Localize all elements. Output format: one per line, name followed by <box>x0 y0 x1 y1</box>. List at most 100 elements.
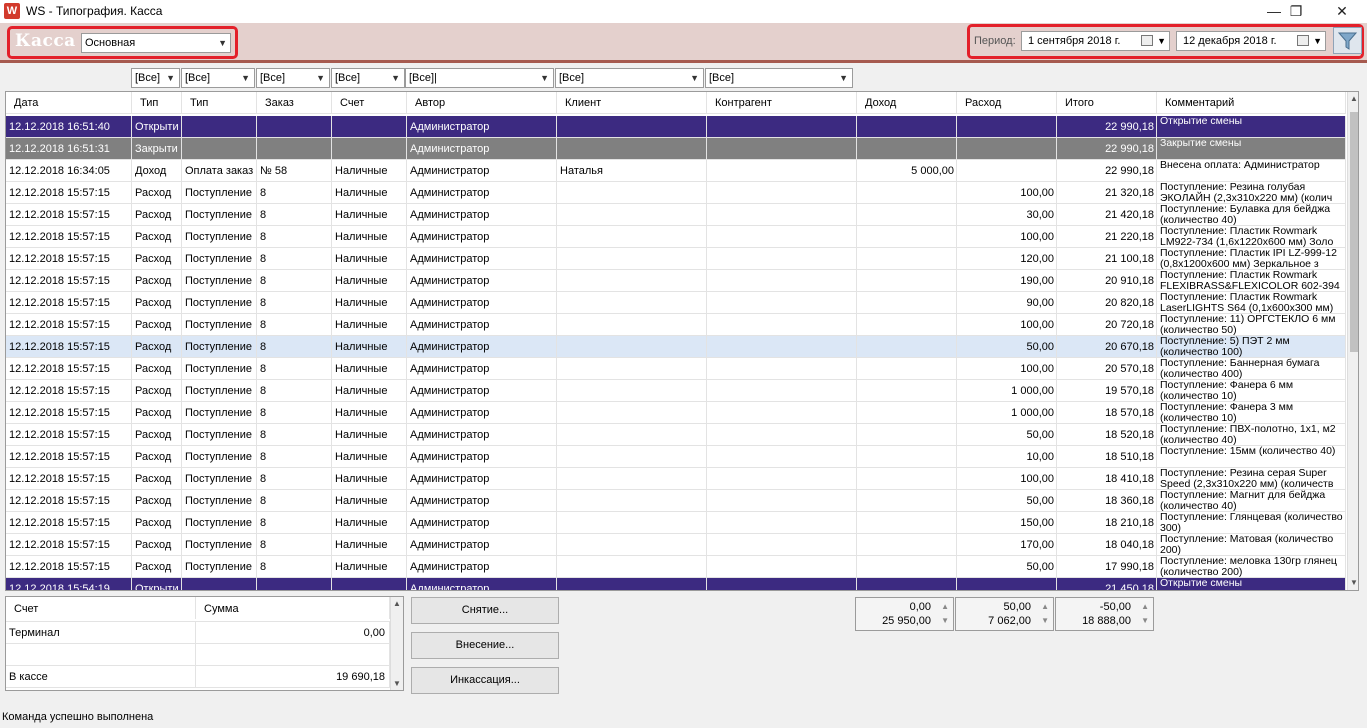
column-header[interactable]: Тип <box>182 92 257 114</box>
scroll-down-icon[interactable]: ▼ <box>1350 578 1358 587</box>
cell-expense: 30,00 <box>957 204 1057 226</box>
table-row[interactable]: 12.12.2018 15:57:15 Расход Поступление 8 Нал… <box>6 446 1346 468</box>
scroll-thumb[interactable] <box>1350 112 1358 352</box>
column-filter-7[interactable]: [Все] ▼ <box>705 68 853 88</box>
cell-type: Расход <box>132 204 182 226</box>
close-button[interactable]: ✕ <box>1319 0 1365 23</box>
column-header[interactable]: Контрагент <box>707 92 857 114</box>
cell-client <box>557 292 707 314</box>
column-filter-2[interactable]: [Все] ▼ <box>181 68 255 88</box>
cell-contractor <box>707 292 857 314</box>
column-header[interactable]: Счет <box>332 92 407 114</box>
summary-header-sum: Сумма <box>196 597 390 619</box>
cell-subtype: Оплата заказ <box>182 160 257 182</box>
column-filter-4[interactable]: [Все] ▼ <box>331 68 405 88</box>
scroll-down-icon[interactable]: ▼ <box>393 679 401 688</box>
cell-comment: Поступление: Фанера 6 мм (количество 10) <box>1157 380 1346 402</box>
column-header[interactable]: Тип <box>132 92 182 114</box>
collection-button[interactable]: Инкассация... <box>411 667 559 694</box>
cell-client <box>557 270 707 292</box>
date-from-picker[interactable]: 1 сентября 2018 г. ▼ <box>1021 31 1170 51</box>
cell-total: 18 410,18 <box>1057 468 1157 490</box>
cell-contractor <box>707 160 857 182</box>
deposit-button[interactable]: Внесение... <box>411 632 559 659</box>
date-to-picker[interactable]: 12 декабря 2018 г. ▼ <box>1176 31 1326 51</box>
cell-date: 12.12.2018 15:57:15 <box>6 534 132 556</box>
cell-income <box>857 248 957 270</box>
cell-subtype: Поступление <box>182 534 257 556</box>
cell-author: Администратор <box>407 292 557 314</box>
cell-date: 12.12.2018 15:57:15 <box>6 380 132 402</box>
column-header[interactable]: Заказ <box>257 92 332 114</box>
column-filter-3[interactable]: [Все] ▼ <box>256 68 330 88</box>
withdraw-button[interactable]: Снятие... <box>411 597 559 624</box>
table-row[interactable]: 12.12.2018 15:57:15 Расход Поступление 8 Нал… <box>6 248 1346 270</box>
vertical-scrollbar[interactable]: ▲ ▼ <box>1347 92 1358 590</box>
header-divider <box>0 60 1367 63</box>
maximize-button[interactable]: ❐ <box>1273 0 1319 23</box>
table-row[interactable]: 12.12.2018 15:57:15 Расход Поступление 8 Нал… <box>6 204 1346 226</box>
cell-subtype <box>182 578 257 590</box>
cell-type: Расход <box>132 248 182 270</box>
cell-subtype: Поступление <box>182 446 257 468</box>
table-row[interactable]: 12.12.2018 15:57:15 Расход Поступление 8 Нал… <box>6 556 1346 578</box>
cell-date: 12.12.2018 15:57:15 <box>6 314 132 336</box>
column-header[interactable]: Автор <box>407 92 557 114</box>
summary-row[interactable]: Терминал 0,00 <box>6 622 390 644</box>
spinner-arrows-icon[interactable]: ▲ ▼ <box>941 600 949 628</box>
cell-subtype: Поступление <box>182 424 257 446</box>
table-row[interactable]: 12.12.2018 15:57:15 Расход Поступление 8 Нал… <box>6 490 1346 512</box>
cell-client <box>557 226 707 248</box>
scroll-up-icon[interactable]: ▲ <box>1350 94 1358 103</box>
table-row[interactable]: 12.12.2018 15:57:15 Расход Поступление 8 Нал… <box>6 512 1346 534</box>
cell-comment: Поступление: Резина серая Super Speed (2… <box>1157 468 1346 490</box>
summary-row[interactable]: В кассе 19 690,18 <box>6 666 390 688</box>
column-header[interactable]: Клиент <box>557 92 707 114</box>
summary-header-account: Счет <box>6 597 196 619</box>
table-row[interactable]: 12.12.2018 15:57:15 Расход Поступление 8 Нал… <box>6 270 1346 292</box>
cell-expense <box>957 116 1057 138</box>
cell-date: 12.12.2018 15:57:15 <box>6 270 132 292</box>
spinner-arrows-icon[interactable]: ▲ ▼ <box>1141 600 1149 628</box>
cell-type: Открыти <box>132 578 182 590</box>
column-filter-6[interactable]: [Все] ▼ <box>555 68 704 88</box>
spinner-arrows-icon[interactable]: ▲ ▼ <box>1041 600 1049 628</box>
summary-sum: 0,00 <box>196 622 390 644</box>
table-row[interactable]: 12.12.2018 15:57:15 Расход Поступление 8 Нал… <box>6 336 1346 358</box>
table-row[interactable]: 12.12.2018 15:57:15 Расход Поступление 8 Нал… <box>6 402 1346 424</box>
table-row[interactable]: 12.12.2018 15:54:19 Открыти Администратор 2… <box>6 578 1346 590</box>
table-row[interactable]: 12.12.2018 15:57:15 Расход Поступление 8 Нал… <box>6 424 1346 446</box>
cell-subtype: Поступление <box>182 270 257 292</box>
column-header[interactable]: Комментарий <box>1157 92 1346 114</box>
summary-row[interactable] <box>6 644 390 666</box>
apply-filter-button[interactable] <box>1333 27 1362 54</box>
column-header[interactable]: Итого <box>1057 92 1157 114</box>
scroll-up-icon[interactable]: ▲ <box>393 599 401 608</box>
cell-author: Администратор <box>407 204 557 226</box>
table-row[interactable]: 12.12.2018 15:57:15 Расход Поступление 8 Нал… <box>6 292 1346 314</box>
total-spinner-3: -50,00 18 888,00 ▲ ▼ <box>1055 597 1154 631</box>
table-row[interactable]: 12.12.2018 15:57:15 Расход Поступление 8 Нал… <box>6 358 1346 380</box>
table-row[interactable]: 12.12.2018 16:51:40 Открыти Администратор 2… <box>6 116 1346 138</box>
column-filter-1[interactable]: [Все] ▼ <box>131 68 180 88</box>
cell-author: Администратор <box>407 512 557 534</box>
table-row[interactable]: 12.12.2018 15:57:15 Расход Поступление 8 Нал… <box>6 468 1346 490</box>
column-filter-5[interactable]: [Все]| ▼ <box>405 68 554 88</box>
table-row[interactable]: 12.12.2018 15:57:15 Расход Поступление 8 Нал… <box>6 182 1346 204</box>
cell-author: Администратор <box>407 424 557 446</box>
table-row[interactable]: 12.12.2018 15:57:15 Расход Поступление 8 Нал… <box>6 380 1346 402</box>
column-header[interactable]: Дата <box>6 92 132 114</box>
table-row[interactable]: 12.12.2018 15:57:15 Расход Поступление 8 Нал… <box>6 534 1346 556</box>
table-row[interactable]: 12.12.2018 16:34:05 Доход Оплата заказ № 58… <box>6 160 1346 182</box>
column-header[interactable]: Расход <box>957 92 1057 114</box>
table-row[interactable]: 12.12.2018 15:57:15 Расход Поступление 8 Нал… <box>6 314 1346 336</box>
cell-subtype: Поступление <box>182 468 257 490</box>
column-header[interactable]: Доход <box>857 92 957 114</box>
cell-author: Администратор <box>407 182 557 204</box>
table-row[interactable]: 12.12.2018 15:57:15 Расход Поступление 8 Нал… <box>6 226 1346 248</box>
register-select[interactable]: Основная ▼ <box>81 33 231 53</box>
cell-account <box>332 116 407 138</box>
table-row[interactable]: 12.12.2018 16:51:31 Закрыти Администратор 2… <box>6 138 1346 160</box>
summary-scrollbar[interactable]: ▲ ▼ <box>390 597 403 690</box>
chevron-down-icon: ▼ <box>540 73 549 83</box>
